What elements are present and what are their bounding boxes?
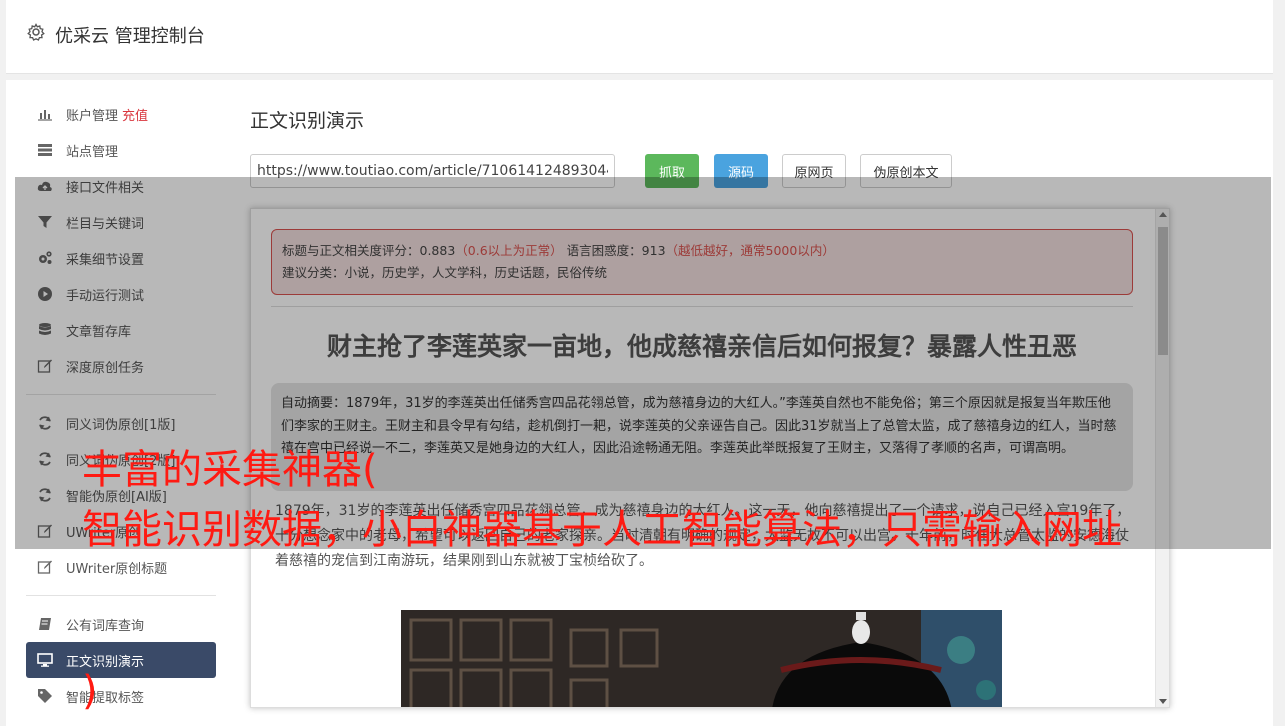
sidebar-item-label: 智能提取标签 — [66, 690, 145, 706]
sidebar-item-group3-0[interactable]: 公有词库查询 — [26, 606, 216, 642]
sidebar-item-label: 公有词库查询 — [66, 618, 145, 634]
page-title: 正文识别演示 — [250, 110, 365, 132]
app-title: 优采云 管理控制台 — [55, 26, 205, 47]
bar-chart-icon — [37, 106, 53, 122]
article-image — [401, 610, 1002, 707]
top-header: 优采云 管理控制台 — [6, 0, 1273, 74]
tag-icon — [37, 688, 53, 704]
sidebar-item-group3-2[interactable]: 智能提取标签 — [26, 678, 216, 714]
sidebar-item-group3-3[interactable] — [26, 714, 216, 726]
sidebar-item-label: UWriter原创标题 — [66, 561, 168, 577]
sidebar-item-group1-0[interactable]: 账户管理 充值 — [26, 96, 216, 132]
edit-icon — [37, 559, 53, 575]
sidebar-item-label: 账户管理 — [66, 108, 119, 124]
gear-icon — [26, 22, 46, 42]
sidebar-divider — [26, 595, 216, 596]
scroll-down-icon[interactable] — [1159, 699, 1167, 704]
overlay-caption-3: ) — [82, 668, 98, 714]
overlay-caption-2: 智能识别数据，小白神器基于人工智能算法，只需输入网址 — [82, 507, 1122, 553]
sidebar-item-group3-1[interactable]: 正文识别演示 — [26, 642, 216, 678]
sidebar-item-label: 站点管理 — [66, 144, 119, 160]
book-icon — [37, 616, 53, 632]
sidebar-item-group1-1[interactable]: 站点管理 — [26, 132, 216, 168]
recharge-link[interactable]: 充值 — [122, 105, 148, 124]
overlay-caption-1: 丰富的采集神器( — [82, 447, 378, 493]
desktop-icon — [37, 652, 53, 668]
sidebar-item-label: 正文识别演示 — [66, 654, 145, 670]
server-icon — [37, 142, 53, 158]
